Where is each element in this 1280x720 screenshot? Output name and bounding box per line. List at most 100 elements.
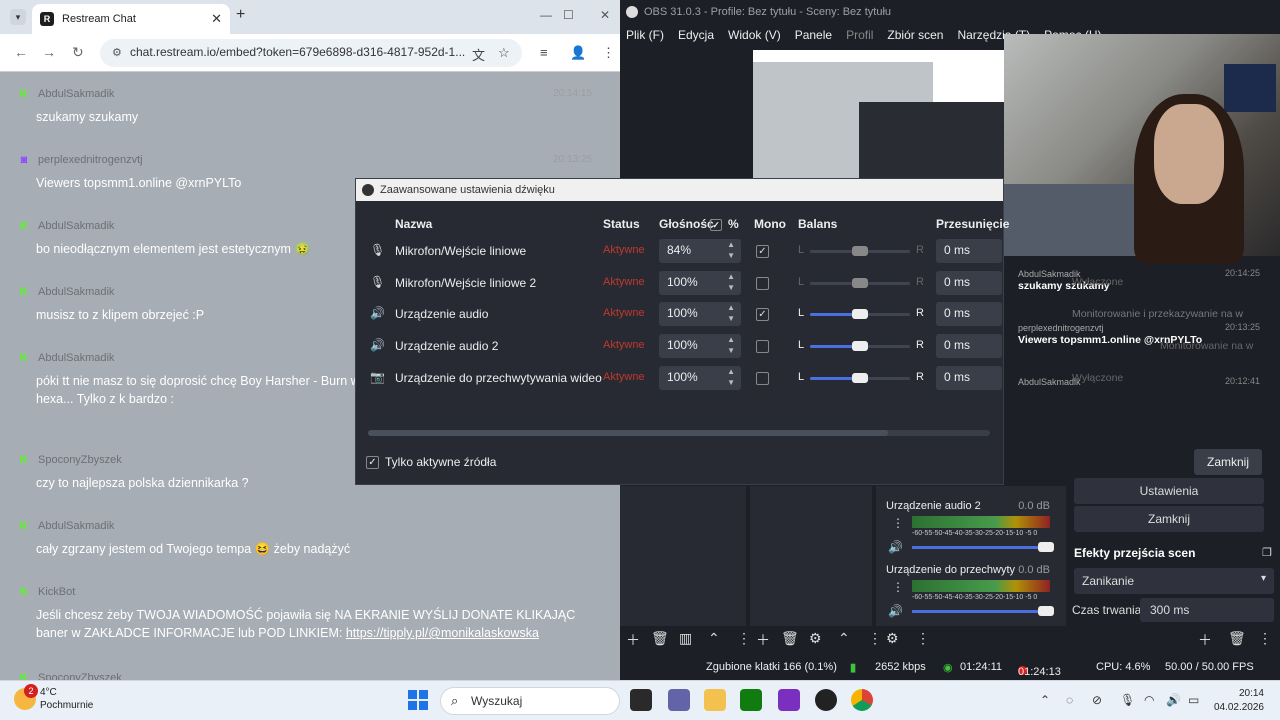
tray-app-icon[interactable]: ◌ (1066, 693, 1073, 707)
volume-spinbox[interactable]: 100% ▲ ▼ (659, 365, 741, 390)
more-icon[interactable]: ⋮ (737, 630, 751, 647)
add-scene-icon[interactable]: ＋ (626, 630, 640, 650)
spin-arrows-icon[interactable]: ▲ ▼ (727, 334, 735, 356)
mono-checkbox[interactable]: ✓ (756, 308, 769, 322)
menu-file[interactable]: Plik (F) (626, 28, 664, 46)
horizontal-scrollbar[interactable] (368, 430, 990, 436)
move-up-icon[interactable]: ⌃ (708, 630, 720, 647)
sync-offset-spinbox[interactable]: 0 ms (936, 365, 1002, 390)
fader-handle[interactable] (1038, 542, 1054, 552)
balance-handle[interactable] (852, 372, 868, 383)
filters-icon[interactable]: ▥ (679, 630, 692, 647)
balance-slider[interactable] (810, 246, 910, 256)
add-transition-icon[interactable]: ＋ (1198, 630, 1212, 650)
back-icon[interactable]: ← (14, 44, 28, 60)
sync-offset-spinbox[interactable]: 0 ms (936, 270, 1002, 295)
clock[interactable]: 20:14 04.02.2026 (1212, 687, 1264, 715)
file-explorer-icon[interactable] (704, 689, 726, 711)
donate-link[interactable]: https://tipply.pl/@monikalaskowska (346, 626, 539, 640)
volume-fader[interactable] (912, 606, 1054, 616)
volume-icon[interactable]: 🔊 (1166, 693, 1181, 707)
exit-button[interactable]: Zamknij (1074, 506, 1264, 532)
bookmark-star-icon[interactable]: ☆ (498, 45, 510, 61)
menu-edit[interactable]: Edycja (678, 28, 714, 46)
more-icon[interactable]: ⋮ (868, 630, 882, 647)
balance-slider[interactable] (810, 341, 910, 352)
balance-handle[interactable] (852, 277, 868, 288)
mute-speaker-icon[interactable]: 🔊 (888, 604, 903, 618)
settings-button[interactable]: Ustawienia (1074, 478, 1264, 504)
sync-offset-spinbox[interactable]: 0 ms (936, 334, 1002, 359)
more-icon[interactable]: ⋮ (916, 630, 930, 647)
new-tab-button[interactable]: + (236, 6, 245, 24)
menu-docks[interactable]: Panele (795, 28, 832, 46)
mono-checkbox[interactable]: ✓ (756, 245, 769, 258)
teams-icon[interactable] (668, 689, 690, 711)
task-view-icon[interactable] (630, 689, 652, 711)
fader-handle[interactable] (1038, 606, 1054, 616)
chrome-menu-icon[interactable]: ⋮ (602, 45, 615, 61)
transition-select[interactable]: Zanikanie ▾ (1074, 568, 1274, 594)
duration-input[interactable]: 300 ms (1140, 598, 1274, 622)
volume-spinbox[interactable]: 100% ▲ ▼ (659, 334, 741, 359)
close-window-icon[interactable]: ✕ (600, 8, 610, 22)
spin-arrows-icon[interactable]: ▲ ▼ (727, 302, 735, 324)
only-active-checkbox[interactable]: ✓ (366, 455, 379, 469)
obs-taskbar-icon[interactable] (815, 689, 837, 711)
balance-handle[interactable] (852, 341, 868, 352)
spin-arrows-icon[interactable]: ▲ ▼ (727, 239, 735, 261)
balance-slider[interactable] (810, 372, 910, 383)
spin-arrows-icon[interactable]: ▲ ▼ (727, 366, 735, 388)
translate-icon[interactable]: 文 (472, 45, 485, 64)
only-active-sources[interactable]: ✓ Tylko aktywne źródła (366, 455, 496, 469)
app-icon[interactable] (778, 689, 800, 711)
chrome-taskbar-icon[interactable] (851, 689, 873, 711)
sync-offset-spinbox[interactable]: 0 ms (936, 239, 1002, 263)
battery-icon[interactable]: ▭ (1188, 693, 1199, 707)
obs-preview[interactable] (753, 50, 1005, 178)
microphone-tray-icon[interactable]: 🎙 (1120, 693, 1135, 707)
balance-handle[interactable] (852, 309, 868, 320)
weather-widget[interactable]: 2 4°C Pochmurnie (12, 684, 93, 712)
dialog-close-button[interactable]: Zamknij (1194, 449, 1262, 475)
volume-spinbox[interactable]: 100% ▲ ▼ (659, 270, 741, 295)
mono-checkbox[interactable] (756, 340, 769, 354)
remove-source-icon[interactable]: 🗑 (781, 630, 799, 647)
tray-muted-icon[interactable]: ⊘ (1092, 693, 1102, 707)
remove-transition-icon[interactable]: 🗑 (1228, 630, 1246, 647)
mute-speaker-icon[interactable]: 🔊 (888, 540, 903, 554)
reload-icon[interactable]: ↻ (72, 44, 84, 61)
balance-handle[interactable] (852, 246, 868, 256)
dock-undock-icon[interactable]: ❐ (1262, 546, 1272, 559)
mixer-menu-icon[interactable]: ⋮ (892, 516, 904, 530)
tab-restream-chat[interactable]: R Restream Chat ✕ (32, 4, 230, 34)
forward-icon[interactable]: → (42, 44, 56, 60)
remove-scene-icon[interactable]: 🗑 (651, 630, 669, 647)
mixer-settings-icon[interactable]: ⚙ (886, 630, 899, 647)
volume-spinbox[interactable]: 84% ▲ ▼ (659, 239, 741, 263)
profile-icon[interactable]: 👤 (570, 45, 586, 61)
menu-view[interactable]: Widok (V) (728, 28, 781, 46)
volume-fader[interactable] (912, 542, 1054, 552)
source-settings-icon[interactable]: ⚙ (809, 630, 822, 647)
balance-slider[interactable] (810, 277, 910, 288)
media-controls-icon[interactable]: ≡ (540, 45, 548, 60)
close-tab-icon[interactable]: ✕ (211, 11, 222, 27)
url-field[interactable]: ⚙ chat.restream.io/embed?token=679e6898-… (100, 39, 522, 67)
menu-scene-collection[interactable]: Zbiór scen (887, 28, 943, 46)
maximize-icon[interactable]: ☐ (563, 8, 574, 22)
volume-spinbox[interactable]: 100% ▲ ▼ (659, 302, 741, 327)
mono-checkbox[interactable] (756, 371, 769, 385)
xbox-icon[interactable] (740, 689, 762, 711)
sync-offset-spinbox[interactable]: 0 ms (936, 302, 1002, 327)
mono-checkbox[interactable] (756, 276, 769, 290)
site-info-icon[interactable]: ⚙ (112, 46, 122, 59)
start-windows-icon[interactable] (408, 690, 428, 710)
scrollbar-thumb[interactable] (368, 430, 888, 436)
taskbar-search[interactable]: ⌕ Wyszukaj (440, 687, 620, 715)
percent-toggle-checkbox[interactable]: ✓ (710, 219, 722, 231)
menu-profile[interactable]: Profil (846, 28, 873, 46)
chevron-up-icon[interactable]: ⌃ (1040, 693, 1050, 707)
add-source-icon[interactable]: ＋ (756, 630, 770, 650)
move-up-icon[interactable]: ⌃ (838, 630, 850, 647)
